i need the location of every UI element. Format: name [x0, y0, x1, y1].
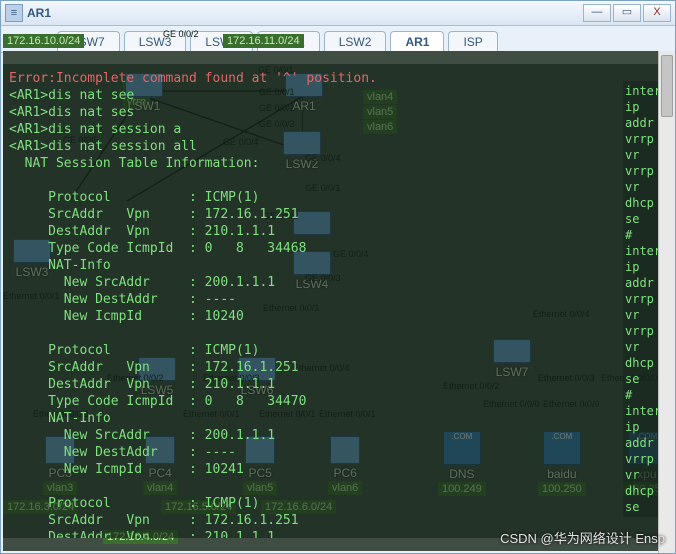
subnet-label-11: 172.16.11.0/24: [223, 34, 304, 48]
app-window: ≡ AR1 — ▭ X LSW7 LSW3 LSW4 LSW1 LSW2 AR1…: [0, 0, 676, 554]
tab-ar1[interactable]: AR1: [390, 31, 444, 52]
titlebar[interactable]: ≡ AR1 — ▭ X: [1, 1, 675, 26]
watermark: CSDN @华为网络设计 Ensp: [500, 528, 665, 547]
terminal-output[interactable]: Error:Incomplete command found at '^' po…: [3, 64, 673, 538]
minimize-button[interactable]: —: [583, 4, 611, 22]
maximize-button[interactable]: ▭: [613, 4, 641, 22]
scrollbar-thumb[interactable]: [661, 55, 673, 117]
tab-lsw2[interactable]: LSW2: [324, 31, 387, 52]
window-title: AR1: [27, 6, 51, 20]
app-icon: ≡: [5, 4, 23, 22]
close-button[interactable]: X: [643, 4, 671, 22]
content-area: 172.16.10.0/24 172.16.11.0/24 mstp vrrp …: [3, 51, 673, 551]
subnet-label-10: 172.16.10.0/24: [3, 34, 84, 48]
vertical-scrollbar[interactable]: [658, 51, 675, 553]
tab-isp[interactable]: ISP: [448, 31, 497, 52]
tabbar: LSW7 LSW3 LSW4 LSW1 LSW2 AR1 ISP: [1, 26, 675, 53]
port-label: GE 0/0/2: [163, 29, 199, 39]
